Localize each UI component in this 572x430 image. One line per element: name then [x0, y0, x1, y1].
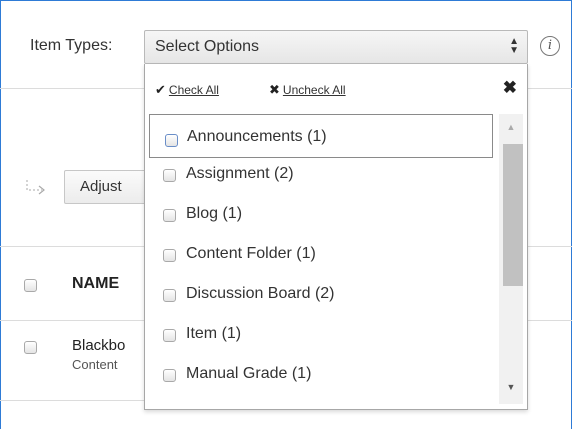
select-arrows-icon: ▲ ▼ — [509, 36, 519, 56]
row-checkbox[interactable] — [24, 341, 37, 354]
item-types-label: Item Types: — [30, 37, 113, 54]
sub-arrow-icon — [26, 180, 45, 195]
option-item[interactable]: Content Folder (1) — [149, 234, 493, 274]
close-icon[interactable]: ✖ — [503, 78, 517, 98]
option-item[interactable]: Manual Grade (1) — [149, 354, 493, 394]
option-item[interactable]: Announcements (1) — [149, 114, 493, 158]
check-icon: ✔ — [155, 82, 166, 97]
select-all-checkbox[interactable] — [24, 279, 37, 292]
option-item[interactable]: Item (1) — [149, 314, 493, 354]
options-list: Announcements (1) Assignment (2) Blog (1… — [149, 114, 493, 394]
option-label: Announcements (1) — [187, 128, 327, 145]
row-title-link[interactable]: Blackbo — [72, 337, 125, 354]
divider — [528, 246, 572, 247]
option-label: Content Folder (1) — [186, 245, 316, 262]
option-item[interactable]: Discussion Board (2) — [149, 274, 493, 314]
option-checkbox[interactable] — [165, 134, 178, 147]
divider — [528, 320, 572, 321]
option-checkbox[interactable] — [163, 209, 176, 222]
option-label: Discussion Board (2) — [186, 285, 335, 302]
dropdown-header: ✔ Check All ✖ Uncheck All ✖ — [145, 64, 527, 108]
option-checkbox[interactable] — [163, 329, 176, 342]
option-item[interactable]: Assignment (2) — [149, 154, 493, 194]
cross-icon: ✖ — [269, 82, 280, 97]
divider — [0, 400, 144, 401]
option-checkbox[interactable] — [163, 169, 176, 182]
option-item[interactable]: Blog (1) — [149, 194, 493, 234]
uncheck-all-label: Uncheck All — [282, 83, 346, 97]
divider — [528, 88, 572, 89]
divider — [0, 246, 144, 247]
divider — [0, 88, 144, 89]
item-types-dropdown: ✔ Check All ✖ Uncheck All ✖ Announcements … — [144, 64, 528, 410]
option-label: Assignment (2) — [186, 165, 294, 182]
uncheck-all-link[interactable]: ✖ Uncheck All — [269, 82, 346, 98]
scroll-down-icon[interactable]: ▼ — [499, 382, 523, 392]
select-value: Select Options — [155, 38, 260, 55]
item-types-select[interactable]: Select Options ▲ ▼ — [144, 30, 528, 64]
divider — [0, 320, 144, 321]
option-checkbox[interactable] — [163, 289, 176, 302]
check-all-link[interactable]: ✔ Check All — [155, 82, 219, 98]
option-label: Item (1) — [186, 325, 242, 342]
scroll-thumb[interactable] — [503, 144, 523, 286]
option-checkbox[interactable] — [163, 369, 176, 382]
scroll-up-icon[interactable]: ▲ — [499, 122, 523, 132]
name-column-header[interactable]: NAME — [72, 275, 119, 293]
option-label: Blog (1) — [186, 205, 243, 222]
dropdown-scrollbar[interactable]: ▲ ▼ — [499, 114, 523, 404]
option-label: Manual Grade (1) — [186, 365, 312, 382]
row-subtitle: Content — [72, 357, 118, 372]
check-all-label: Check All — [168, 83, 219, 97]
info-icon[interactable]: i — [540, 36, 560, 56]
option-checkbox[interactable] — [163, 249, 176, 262]
